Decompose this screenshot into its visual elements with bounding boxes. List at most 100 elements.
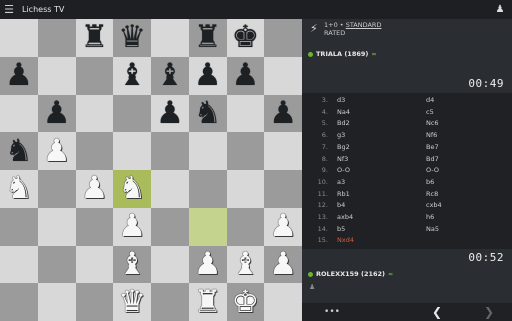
square-d5[interactable] <box>113 132 151 170</box>
square-d2[interactable]: ♝ <box>113 245 151 284</box>
black-move[interactable]: Nc6 <box>426 119 439 127</box>
black-pawn-piece[interactable]: ♟ <box>43 97 71 129</box>
black-bishop-piece[interactable]: ♝ <box>156 60 184 91</box>
white-pawn-piece[interactable]: ♟ <box>80 173 108 204</box>
white-move[interactable]: Bg2 <box>337 143 350 151</box>
square-b8[interactable] <box>37 19 76 57</box>
square-h8[interactable] <box>264 19 302 57</box>
square-e4[interactable] <box>151 170 189 208</box>
square-g2[interactable]: ♝ <box>226 245 265 284</box>
white-queen-piece[interactable]: ♛ <box>118 286 146 318</box>
square-h5[interactable] <box>264 132 302 170</box>
white-pawn-piece[interactable]: ♟ <box>269 211 297 242</box>
black-move[interactable]: Na5 <box>426 225 439 233</box>
black-pawn-piece[interactable]: ♟ <box>231 60 259 91</box>
square-e3[interactable] <box>151 207 189 246</box>
black-move[interactable]: b6 <box>426 178 434 186</box>
white-knight-piece[interactable]: ♞ <box>5 173 33 204</box>
square-f2[interactable]: ♟ <box>188 245 227 284</box>
square-g7[interactable]: ♟ <box>226 56 265 95</box>
square-a7[interactable]: ♟ <box>0 56 38 95</box>
square-d8[interactable]: ♛ <box>113 19 151 57</box>
square-d3[interactable]: ♟ <box>113 207 151 246</box>
square-e2[interactable] <box>151 245 189 284</box>
black-pawn-piece[interactable]: ♟ <box>269 97 297 129</box>
black-knight-piece[interactable]: ♞ <box>194 97 222 129</box>
square-g4[interactable] <box>226 170 265 208</box>
black-bishop-piece[interactable]: ♝ <box>118 60 146 91</box>
black-rook-piece[interactable]: ♜ <box>194 22 222 53</box>
square-b6[interactable]: ♟ <box>37 94 76 133</box>
white-pawn-piece[interactable]: ♟ <box>269 248 297 280</box>
square-d4[interactable]: ♞ <box>113 170 151 208</box>
square-d7[interactable]: ♝ <box>113 56 151 95</box>
top-player[interactable]: TRIALA (1869) ≈ <box>308 50 376 58</box>
move-list[interactable]: 3. d3 d4 4. Na4 c5 5. Bd2 Nc6 6. g3 Nf6 7. Bg2 Be7 8. Nf… <box>302 93 512 249</box>
square-c1[interactable] <box>75 283 114 321</box>
square-f5[interactable] <box>188 132 227 170</box>
black-move[interactable]: d4 <box>426 96 434 104</box>
bottom-player[interactable]: ROLEXX159 (2162) ≈ <box>308 270 393 278</box>
black-pawn-piece[interactable]: ♟ <box>156 97 184 129</box>
white-king-piece[interactable]: ♚ <box>231 286 259 318</box>
square-e6[interactable]: ♟ <box>151 94 189 133</box>
square-e7[interactable]: ♝ <box>151 56 189 95</box>
black-move[interactable]: Bd7 <box>426 155 439 163</box>
black-knight-piece[interactable]: ♞ <box>5 135 33 167</box>
tv-icon[interactable]: ♟ <box>494 3 506 16</box>
black-pawn-piece[interactable]: ♟ <box>194 60 222 91</box>
square-f1[interactable]: ♜ <box>188 283 227 321</box>
square-b5[interactable]: ♟ <box>37 132 76 170</box>
square-b7[interactable] <box>37 56 76 95</box>
square-f7[interactable]: ♟ <box>188 56 227 95</box>
black-move[interactable]: Nf6 <box>426 131 437 139</box>
chevron-right-icon[interactable]: ❯ <box>482 303 496 321</box>
square-e8[interactable] <box>151 19 189 57</box>
square-e1[interactable] <box>151 283 189 321</box>
white-pawn-piece[interactable]: ♟ <box>118 211 146 242</box>
square-h7[interactable] <box>264 56 302 95</box>
square-b3[interactable] <box>37 207 76 246</box>
white-move[interactable]: Rb1 <box>337 190 350 198</box>
white-move[interactable]: Nxd4 <box>337 236 354 244</box>
black-queen-piece[interactable]: ♛ <box>118 22 146 53</box>
square-a6[interactable] <box>0 94 38 133</box>
square-g8[interactable]: ♚ <box>226 19 265 57</box>
square-f3[interactable] <box>188 207 227 246</box>
white-rook-piece[interactable]: ♜ <box>194 286 222 318</box>
white-move[interactable]: g3 <box>337 131 345 139</box>
square-f6[interactable]: ♞ <box>188 94 227 133</box>
white-move[interactable]: Na4 <box>337 108 350 116</box>
square-h4[interactable] <box>264 170 302 208</box>
black-move[interactable]: c5 <box>426 108 434 116</box>
black-move[interactable]: O-O <box>426 166 439 174</box>
square-c5[interactable] <box>75 132 114 170</box>
square-h3[interactable]: ♟ <box>264 207 302 246</box>
square-a1[interactable] <box>0 283 38 321</box>
white-move[interactable]: Nf3 <box>337 155 348 163</box>
menu-icon[interactable]: ☰ <box>0 0 18 19</box>
black-move[interactable]: h6 <box>426 213 434 221</box>
black-move[interactable]: Rc8 <box>426 190 438 198</box>
white-move[interactable]: O-O <box>337 166 350 174</box>
square-e5[interactable] <box>151 132 189 170</box>
square-a8[interactable] <box>0 19 38 57</box>
white-bishop-piece[interactable]: ♝ <box>118 248 146 280</box>
black-rook-piece[interactable]: ♜ <box>80 22 108 53</box>
black-pawn-piece[interactable]: ♟ <box>5 60 33 91</box>
square-h6[interactable]: ♟ <box>264 94 302 133</box>
square-c6[interactable] <box>75 94 114 133</box>
more-icon[interactable]: ••• <box>324 303 340 321</box>
square-g1[interactable]: ♚ <box>226 283 265 321</box>
white-move[interactable]: Bd2 <box>337 119 350 127</box>
white-move[interactable]: b5 <box>337 225 345 233</box>
white-move[interactable]: a3 <box>337 178 345 186</box>
square-a5[interactable]: ♞ <box>0 132 38 170</box>
white-knight-piece[interactable]: ♞ <box>118 173 146 204</box>
black-king-piece[interactable]: ♚ <box>231 22 259 53</box>
chevron-left-icon[interactable]: ❮ <box>430 303 444 321</box>
square-c7[interactable] <box>75 56 114 95</box>
square-h1[interactable] <box>264 283 302 321</box>
square-a4[interactable]: ♞ <box>0 170 38 208</box>
white-pawn-piece[interactable]: ♟ <box>194 248 222 280</box>
